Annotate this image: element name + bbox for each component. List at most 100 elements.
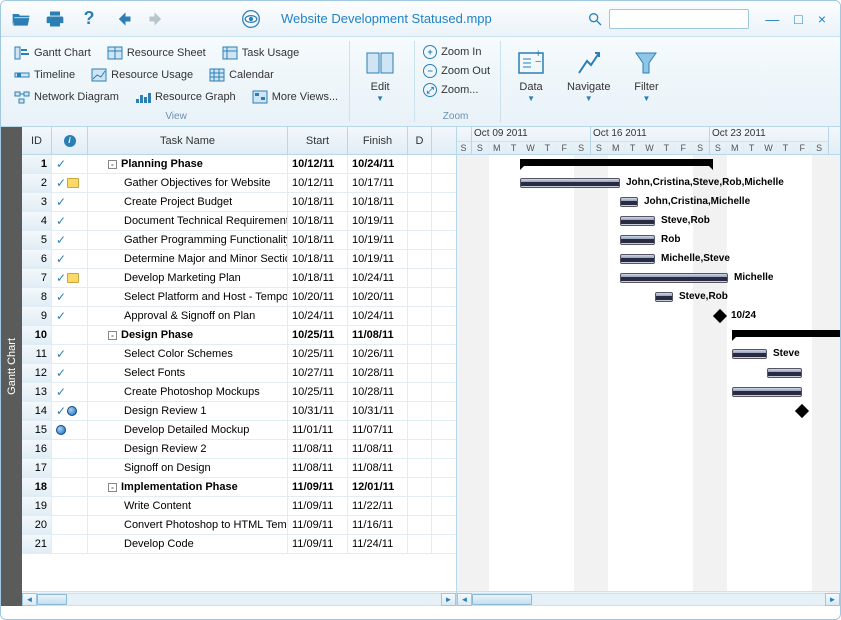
table-row[interactable]: 11✓Select Color Schemes10/25/1110/26/11 (22, 345, 456, 364)
view-more-views-[interactable]: More Views... (249, 87, 341, 107)
scroll-track[interactable] (37, 593, 441, 606)
zoom-zoom-[interactable]: ⤢Zoom... (421, 81, 492, 99)
view-calendar[interactable]: Calendar (206, 65, 277, 85)
table-row[interactable]: 16Design Review 211/08/1111/08/11 (22, 440, 456, 459)
cell-d[interactable] (408, 155, 432, 173)
cell-name[interactable]: Approval & Signoff on Plan (88, 307, 288, 325)
cell-d[interactable] (408, 174, 432, 192)
table-row[interactable]: 20Convert Photoshop to HTML Templ...11/0… (22, 516, 456, 535)
cell-d[interactable] (408, 402, 432, 420)
cell-d[interactable] (408, 231, 432, 249)
cell-start[interactable]: 10/25/11 (288, 383, 348, 401)
cell-start[interactable]: 10/31/11 (288, 402, 348, 420)
table-row[interactable]: 9✓Approval & Signoff on Plan10/24/1110/2… (22, 307, 456, 326)
cell-finish[interactable]: 10/24/11 (348, 307, 408, 325)
cell-finish[interactable]: 10/19/11 (348, 231, 408, 249)
scroll-thumb[interactable] (37, 594, 67, 605)
cell-start[interactable]: 10/18/11 (288, 250, 348, 268)
cell-d[interactable] (408, 459, 432, 477)
collapse-toggle[interactable]: - (108, 483, 117, 492)
cell-name[interactable]: Convert Photoshop to HTML Templ... (88, 516, 288, 534)
cell-start[interactable]: 10/18/11 (288, 193, 348, 211)
col-header-id[interactable]: ID (22, 127, 52, 154)
cell-d[interactable] (408, 250, 432, 268)
table-row[interactable]: 8✓Select Platform and Host - Tempor...10… (22, 288, 456, 307)
cell-finish[interactable]: 12/01/11 (348, 478, 408, 496)
table-row[interactable]: 13✓Create Photoshop Mockups10/25/1110/28… (22, 383, 456, 402)
gantt-task-bar[interactable] (767, 368, 802, 378)
cell-d[interactable] (408, 440, 432, 458)
cell-d[interactable] (408, 478, 432, 496)
table-row[interactable]: 6✓Determine Major and Minor Sections10/1… (22, 250, 456, 269)
gantt-task-bar[interactable] (732, 349, 767, 359)
gantt-task-bar[interactable] (520, 178, 620, 188)
cell-d[interactable] (408, 345, 432, 363)
cell-finish[interactable]: 10/17/11 (348, 174, 408, 192)
search-icon[interactable] (587, 11, 603, 27)
gantt-summary-bar[interactable] (732, 330, 840, 337)
cell-finish[interactable]: 10/28/11 (348, 364, 408, 382)
cell-name[interactable]: Select Fonts (88, 364, 288, 382)
zoom-zoom-in[interactable]: +Zoom In (421, 43, 492, 61)
scroll-thumb[interactable] (472, 594, 532, 605)
grid-hscrollbar[interactable]: ◄ ► (22, 591, 456, 606)
cell-start[interactable]: 10/18/11 (288, 212, 348, 230)
filter-button[interactable]: Filter ▼ (620, 43, 672, 122)
cell-d[interactable] (408, 535, 432, 553)
zoom-zoom-out[interactable]: −Zoom Out (421, 62, 492, 80)
cell-name[interactable]: -Design Phase (88, 326, 288, 344)
view-resource-usage[interactable]: Resource Usage (88, 65, 196, 85)
scroll-track[interactable] (472, 593, 825, 606)
table-row[interactable]: 12✓Select Fonts10/27/1110/28/11 (22, 364, 456, 383)
cell-start[interactable]: 11/09/11 (288, 497, 348, 515)
collapse-toggle[interactable]: - (108, 331, 117, 340)
cell-finish[interactable]: 11/22/11 (348, 497, 408, 515)
cell-start[interactable]: 10/25/11 (288, 345, 348, 363)
cell-start[interactable]: 10/25/11 (288, 326, 348, 344)
cell-d[interactable] (408, 212, 432, 230)
search-input[interactable] (609, 9, 749, 29)
view-task-usage[interactable]: Task Usage (219, 43, 302, 63)
view-gantt-chart[interactable]: Gantt Chart (11, 43, 94, 63)
cell-finish[interactable]: 10/19/11 (348, 250, 408, 268)
cell-name[interactable]: Develop Marketing Plan (88, 269, 288, 287)
edit-button[interactable]: Edit ▼ (354, 43, 406, 122)
table-row[interactable]: 4✓Document Technical Requirements10/18/1… (22, 212, 456, 231)
cell-start[interactable]: 11/09/11 (288, 478, 348, 496)
cell-d[interactable] (408, 307, 432, 325)
cell-name[interactable]: -Implementation Phase (88, 478, 288, 496)
table-row[interactable]: 3✓Create Project Budget10/18/1110/18/11 (22, 193, 456, 212)
cell-d[interactable] (408, 288, 432, 306)
collapse-toggle[interactable]: - (108, 160, 117, 169)
back-icon[interactable] (111, 7, 135, 31)
cell-finish[interactable]: 10/20/11 (348, 288, 408, 306)
cell-d[interactable] (408, 326, 432, 344)
cell-start[interactable]: 11/09/11 (288, 535, 348, 553)
gantt-hscrollbar[interactable]: ◄ ► (457, 591, 840, 606)
scroll-left-button[interactable]: ◄ (22, 593, 37, 606)
cell-name[interactable]: Write Content (88, 497, 288, 515)
cell-d[interactable] (408, 421, 432, 439)
gantt-task-bar[interactable] (620, 254, 655, 264)
cell-finish[interactable]: 10/26/11 (348, 345, 408, 363)
data-button[interactable]: +− Data ▼ (505, 43, 557, 122)
scroll-right-button[interactable]: ► (825, 593, 840, 606)
gantt-body[interactable]: John,Cristina,Steve,Rob,MichelleJohn,Cri… (457, 155, 840, 591)
view-resource-sheet[interactable]: Resource Sheet (104, 43, 209, 63)
cell-d[interactable] (408, 193, 432, 211)
cell-name[interactable]: Design Review 1 (88, 402, 288, 420)
cell-start[interactable]: 11/08/11 (288, 459, 348, 477)
cell-start[interactable]: 11/09/11 (288, 516, 348, 534)
cell-start[interactable]: 10/20/11 (288, 288, 348, 306)
cell-name[interactable]: Develop Code (88, 535, 288, 553)
minimize-button[interactable]: — (765, 11, 779, 27)
cell-name[interactable]: Select Color Schemes (88, 345, 288, 363)
col-header-d[interactable]: D (408, 127, 432, 154)
table-row[interactable]: 21Develop Code11/09/1111/24/11 (22, 535, 456, 554)
help-icon[interactable]: ? (77, 7, 101, 31)
close-button[interactable]: × (818, 11, 826, 27)
table-row[interactable]: 18-Implementation Phase11/09/1112/01/11 (22, 478, 456, 497)
cell-start[interactable]: 10/24/11 (288, 307, 348, 325)
table-row[interactable]: 5✓Gather Programming Functionality10/18/… (22, 231, 456, 250)
cell-finish[interactable]: 11/08/11 (348, 326, 408, 344)
